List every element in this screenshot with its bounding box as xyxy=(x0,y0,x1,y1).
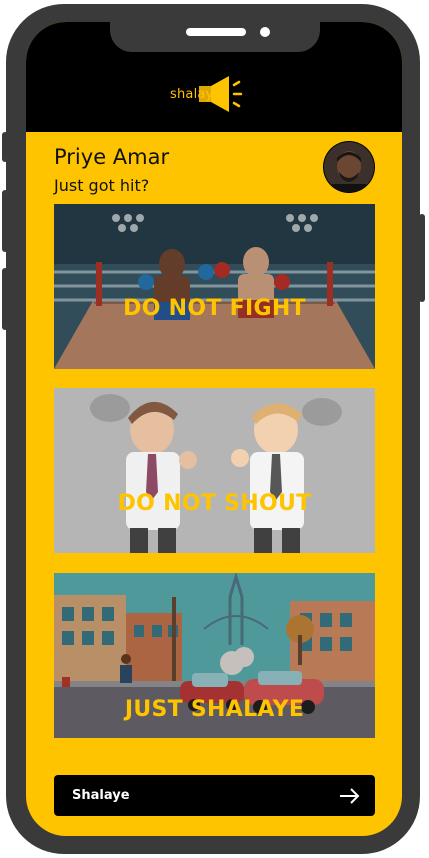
power-button xyxy=(419,214,425,302)
shouting-men-illustration xyxy=(54,388,375,553)
boxing-ring-illustration xyxy=(54,204,375,369)
silent-switch xyxy=(2,132,8,162)
logo-text: shalaye xyxy=(170,86,222,102)
option-card-just-shalaye[interactable]: JUST SHALAYE xyxy=(54,573,375,738)
phone-notch xyxy=(110,22,320,52)
volume-down-button xyxy=(2,268,8,330)
app-screen: shalaye Priye Amar Just got hit? DO NOT … xyxy=(26,22,402,836)
user-name: Priye Amar xyxy=(54,145,170,169)
arrow-right-icon xyxy=(340,787,360,804)
user-avatar[interactable] xyxy=(324,142,374,192)
shalaye-logo: shalaye xyxy=(170,74,243,114)
shalaye-button-label: Shalaye xyxy=(72,788,130,803)
option-card-do-not-fight[interactable]: DO NOT FIGHT xyxy=(54,204,375,369)
option-label: DO NOT SHOUT xyxy=(117,491,312,516)
option-label: DO NOT FIGHT xyxy=(123,296,306,321)
volume-up-button xyxy=(2,190,8,252)
shalaye-button[interactable]: Shalaye xyxy=(54,775,375,816)
user-avatar-icon xyxy=(324,142,374,192)
option-label: JUST SHALAYE xyxy=(124,697,305,722)
user-status-text: Just got hit? xyxy=(54,176,150,195)
speaker-grille xyxy=(186,28,246,36)
option-card-do-not-shout[interactable]: DO NOT SHOUT xyxy=(54,388,375,553)
front-camera xyxy=(260,27,270,37)
